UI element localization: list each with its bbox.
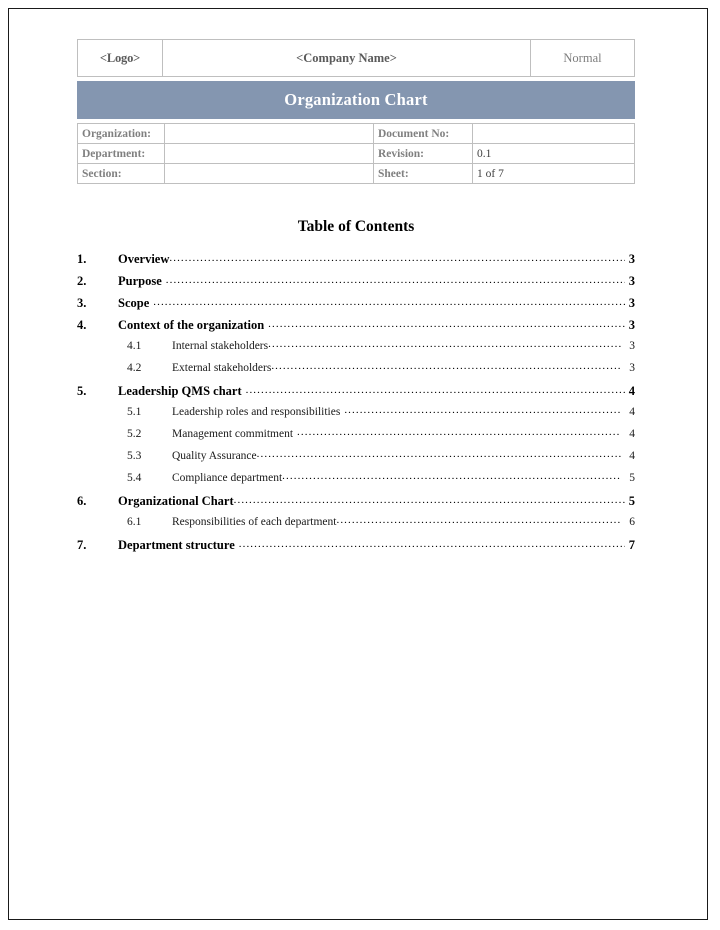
toc-entry-page-number: 5 [629, 472, 635, 484]
toc-entry-label: Responsibilities of each department [172, 516, 337, 528]
toc-entry-number: 3. [77, 296, 87, 310]
document-metadata-table: Organization: Document No: Department: R… [77, 123, 635, 184]
section-label: Section: [77, 163, 165, 184]
toc-entry-number: 5. [77, 384, 87, 398]
toc-entry-page-number: 3 [628, 252, 635, 266]
toc-entry[interactable]: 5. Leadership QMS chart 4 [77, 384, 635, 406]
toc-entry-label: Internal stakeholders [172, 340, 269, 352]
toc-entry-page-number: 5 [628, 494, 635, 508]
toc-entry[interactable]: 5.4 Compliance department 5 [77, 472, 635, 494]
toc-entry-page-number: 3 [628, 318, 635, 332]
department-label: Department: [77, 143, 165, 164]
toc-entry-page-number: 3 [629, 340, 635, 352]
company-name-cell: <Company Name> [162, 39, 531, 77]
toc-entry-number: 5.2 [127, 428, 142, 440]
toc-entry-label: Department structure [118, 538, 235, 552]
document-no-label: Document No: [373, 123, 473, 144]
toc-entry-number: 6.1 [127, 516, 142, 528]
toc-entry-number: 5.3 [127, 450, 142, 462]
revision-value: 0.1 [472, 143, 635, 164]
department-value [164, 143, 374, 164]
toc-entry-label: Leadership QMS chart [118, 384, 242, 398]
toc-dot-leader [239, 538, 625, 550]
toc-entry-page-number: 3 [628, 274, 635, 288]
toc-dot-leader [271, 362, 621, 372]
toc-entry-number: 5.1 [127, 406, 142, 418]
sheet-label: Sheet: [373, 163, 473, 184]
table-of-contents-heading: Table of Contents [297, 218, 415, 235]
document-content: <Logo> <Company Name> Normal Organizatio… [77, 39, 635, 560]
table-row: Organization: Document No: [77, 123, 635, 144]
toc-dot-leader [344, 406, 621, 416]
toc-entry-number: 2. [77, 274, 87, 288]
toc-entry-label: Leadership roles and responsibilities [172, 406, 341, 418]
table-of-contents-list: 1. Overview 3 2. Purpose 3 3. Scope 3 4. Context o… [77, 252, 635, 560]
toc-entry-label: External stakeholders [172, 362, 272, 374]
table-row: Section: Sheet: 1 of 7 [77, 163, 635, 184]
toc-entry-number: 1. [77, 252, 87, 266]
toc-entry-number: 4.2 [127, 362, 142, 374]
toc-entry-number: 7. [77, 538, 87, 552]
toc-dot-leader [166, 274, 625, 286]
toc-dot-leader [169, 252, 625, 264]
toc-entry[interactable]: 5.3 Quality Assurance 4 [77, 450, 635, 472]
toc-entry-page-number: 3 [628, 296, 635, 310]
toc-entry[interactable]: 6. Organizational Chart 5 [77, 494, 635, 516]
toc-dot-leader [282, 472, 621, 482]
sheet-value: 1 of 7 [472, 163, 635, 184]
toc-entry-page-number: 7 [628, 538, 635, 552]
toc-entry[interactable]: 3. Scope 3 [77, 296, 635, 318]
toc-entry-label: Organizational Chart [118, 494, 234, 508]
toc-dot-leader [234, 494, 625, 506]
toc-entry-page-number: 3 [629, 362, 635, 374]
toc-entry[interactable]: 6.1 Responsibilities of each department 6 [77, 516, 635, 538]
document-status-cell: Normal [530, 39, 635, 77]
toc-entry-label: Management commitment [172, 428, 294, 440]
toc-entry-number: 6. [77, 494, 87, 508]
section-value [164, 163, 374, 184]
toc-entry-label: Quality Assurance [172, 450, 257, 462]
toc-entry-label: Compliance department [172, 472, 283, 484]
toc-entry-page-number: 4 [629, 450, 635, 462]
toc-entry-page-number: 4 [629, 428, 635, 440]
document-title-banner: Organization Chart [77, 81, 635, 119]
toc-entry[interactable]: 4.2 External stakeholders 3 [77, 362, 635, 384]
toc-dot-leader [297, 428, 621, 438]
toc-dot-leader [153, 296, 625, 308]
toc-dot-leader [257, 450, 621, 460]
logo-placeholder-cell: <Logo> [77, 39, 163, 77]
organization-label: Organization: [77, 123, 165, 144]
toc-dot-leader [246, 384, 625, 396]
toc-entry-number: 4. [77, 318, 87, 332]
toc-entry[interactable]: 1. Overview 3 [77, 252, 635, 274]
toc-entry-label: Purpose [118, 274, 162, 288]
toc-entry-number: 5.4 [127, 472, 142, 484]
document-no-value [472, 123, 635, 144]
toc-entry[interactable]: 2. Purpose 3 [77, 274, 635, 296]
toc-dot-leader [268, 340, 621, 350]
revision-label: Revision: [373, 143, 473, 164]
toc-dot-leader [268, 318, 625, 330]
toc-entry[interactable]: 4.1 Internal stakeholders 3 [77, 340, 635, 362]
toc-entry-page-number: 4 [629, 406, 635, 418]
organization-value [164, 123, 374, 144]
toc-entry[interactable]: 7. Department structure 7 [77, 538, 635, 560]
toc-entry[interactable]: 4. Context of the organization 3 [77, 318, 635, 340]
toc-entry-label: Overview [118, 252, 170, 266]
header-row: <Logo> <Company Name> Normal [77, 39, 635, 77]
table-row: Department: Revision: 0.1 [77, 143, 635, 164]
toc-entry[interactable]: 5.1 Leadership roles and responsibilities… [77, 406, 635, 428]
toc-entry[interactable]: 5.2 Management commitment 4 [77, 428, 635, 450]
document-page: <Logo> <Company Name> Normal Organizatio… [8, 8, 708, 920]
toc-entry-page-number: 6 [629, 516, 635, 528]
toc-entry-label: Scope [118, 296, 150, 310]
document-header-table: <Logo> <Company Name> Normal [77, 39, 635, 77]
toc-entry-label: Context of the organization [118, 318, 265, 332]
toc-entry-number: 4.1 [127, 340, 142, 352]
toc-dot-leader [336, 516, 621, 526]
toc-entry-page-number: 4 [628, 384, 635, 398]
